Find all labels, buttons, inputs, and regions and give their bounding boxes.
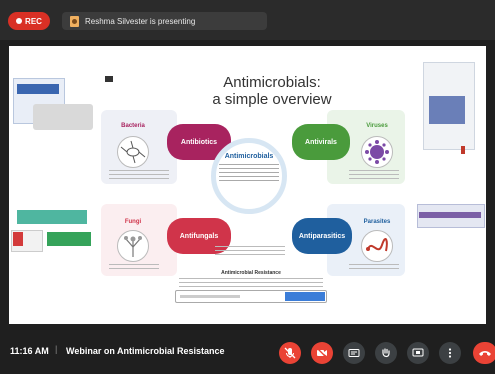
end-call-button[interactable] — [473, 342, 495, 364]
slide-title: Antimicrobials: a simple overview — [212, 74, 332, 108]
subscribe-button — [285, 292, 325, 301]
antimicrobials-center-circle: Antimicrobials — [211, 138, 287, 214]
raise-hand-icon — [382, 348, 390, 358]
fungi-desc — [109, 264, 159, 272]
end-call-icon — [479, 351, 491, 356]
antivirals-pill: Antivirals — [292, 124, 350, 160]
raise-hand-button[interactable] — [375, 342, 397, 364]
bacteria-illustration — [117, 136, 149, 168]
meeting-title: Webinar on Antimicrobial Resistance — [66, 346, 225, 356]
top-bar: REC Reshma Silvester is presenting — [0, 0, 495, 40]
subscribe-bar — [175, 290, 327, 303]
present-screen-button[interactable] — [407, 342, 429, 364]
center-body-lines — [219, 164, 279, 182]
shared-screen-slide: Antimicrobials: a simple overview Bacter… — [9, 46, 486, 324]
presenter-banner[interactable]: Reshma Silvester is presenting — [62, 12, 267, 30]
virus-illustration — [361, 136, 393, 168]
center-title: Antimicrobials — [224, 153, 274, 160]
parasites-label: Parasites — [363, 219, 391, 225]
mic-off-icon — [284, 347, 296, 359]
presentation-icon — [70, 15, 79, 27]
viruses-desc — [349, 170, 399, 180]
rec-dot-icon — [16, 18, 23, 24]
product-photo-strip — [417, 200, 485, 230]
more-options-button[interactable] — [439, 342, 461, 364]
parasites-desc — [349, 264, 399, 272]
presenting-text: Reshma Silvester is presenting — [85, 16, 196, 26]
more-options-icon — [448, 348, 452, 358]
bacteria-desc — [109, 170, 169, 180]
parasite-illustration — [361, 230, 393, 262]
mic-off-button[interactable] — [279, 342, 301, 364]
captions-icon — [348, 349, 360, 357]
fungi-label: Fungi — [124, 219, 142, 225]
organization-logo — [105, 76, 113, 84]
camera-off-button[interactable] — [311, 342, 333, 364]
present-screen-icon — [412, 348, 424, 357]
camera-off-icon — [316, 347, 328, 359]
viruses-label: Viruses — [366, 123, 388, 129]
clock-time: 11:16 AM — [10, 346, 49, 356]
fungi-illustration — [117, 230, 149, 262]
footnote-lines — [215, 246, 285, 256]
product-photo-tablets — [13, 78, 93, 130]
rec-label: REC — [25, 16, 42, 26]
product-photo-box — [419, 62, 479, 162]
product-photo-tubes — [11, 210, 97, 260]
recording-indicator: REC — [8, 12, 50, 30]
separator: | — [55, 344, 58, 354]
bacteria-label: Bacteria — [121, 123, 145, 129]
antiparasitics-pill: Antiparasitics — [292, 218, 352, 254]
amr-body-lines — [179, 278, 323, 288]
subscribe-input — [180, 295, 240, 298]
captions-button[interactable] — [343, 342, 365, 364]
amr-heading: Antimicrobial Resistance — [221, 270, 281, 276]
